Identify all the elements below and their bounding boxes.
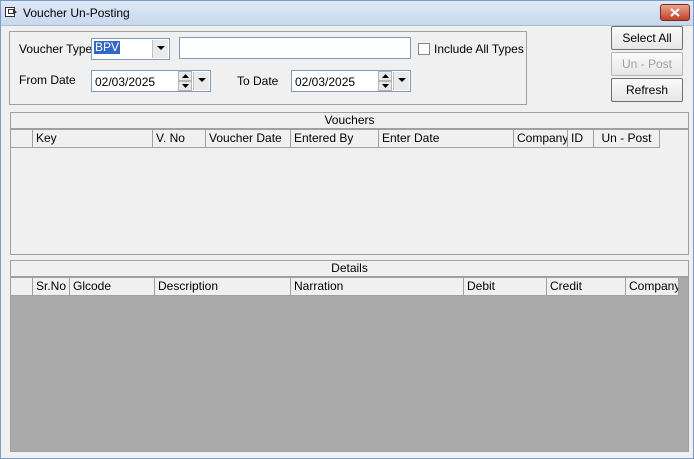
to-date-picker[interactable]: 02/03/2025 bbox=[291, 70, 411, 92]
to-date-dropdown-button[interactable] bbox=[393, 72, 409, 90]
vouchers-grid[interactable]: Key V. No Voucher Date Entered By Enter … bbox=[10, 129, 689, 255]
include-all-types-checkbox[interactable] bbox=[418, 43, 430, 55]
column-header-glcode[interactable]: Glcode bbox=[70, 278, 155, 296]
spin-up-button[interactable] bbox=[178, 71, 192, 81]
app-icon bbox=[5, 6, 18, 18]
from-date-value: 02/03/2025 bbox=[95, 75, 156, 89]
voucher-description-field[interactable] bbox=[179, 37, 411, 59]
refresh-button[interactable]: Refresh bbox=[611, 78, 683, 102]
details-grid[interactable]: Sr.No Glcode Description Narration Debit… bbox=[10, 277, 689, 452]
voucher-type-label: Voucher Type bbox=[19, 42, 93, 56]
column-header-debit[interactable]: Debit bbox=[464, 278, 547, 296]
from-date-spinner[interactable] bbox=[178, 71, 192, 91]
column-header-voucher-date[interactable]: Voucher Date bbox=[206, 130, 291, 148]
column-header-id[interactable]: ID bbox=[568, 130, 594, 148]
spin-up-button[interactable] bbox=[378, 71, 392, 81]
un-post-button[interactable]: Un - Post bbox=[611, 52, 683, 76]
column-header-credit[interactable]: Credit bbox=[547, 278, 626, 296]
chevron-down-icon bbox=[157, 46, 165, 50]
row-selector-header bbox=[11, 278, 33, 296]
arrow-up-icon bbox=[182, 74, 189, 78]
column-header-description[interactable]: Description bbox=[155, 278, 291, 296]
details-header: Details bbox=[10, 260, 689, 277]
column-header-enter-date[interactable]: Enter Date bbox=[379, 130, 514, 148]
column-header-key[interactable]: Key bbox=[33, 130, 153, 148]
to-date-label: To Date bbox=[237, 74, 279, 88]
to-date-value: 02/03/2025 bbox=[295, 75, 356, 89]
column-header-sr-no[interactable]: Sr.No bbox=[33, 278, 70, 296]
from-date-label: From Date bbox=[19, 73, 76, 87]
chevron-down-icon bbox=[398, 78, 406, 82]
column-header-company[interactable]: Company bbox=[626, 278, 679, 296]
column-header-un-post[interactable]: Un - Post bbox=[594, 130, 660, 148]
column-header-v-no[interactable]: V. No bbox=[153, 130, 206, 148]
spin-down-button[interactable] bbox=[378, 81, 392, 91]
voucher-type-dropdown-button[interactable] bbox=[152, 40, 168, 58]
column-header-entered-by[interactable]: Entered By bbox=[291, 130, 379, 148]
close-button[interactable] bbox=[660, 4, 690, 21]
spin-down-button[interactable] bbox=[178, 81, 192, 91]
close-icon bbox=[670, 8, 680, 17]
voucher-unposting-window: Voucher Un-Posting Voucher Type BPV Incl… bbox=[0, 0, 694, 459]
to-date-spinner[interactable] bbox=[378, 71, 392, 91]
arrow-down-icon bbox=[182, 84, 189, 88]
arrow-up-icon bbox=[382, 74, 389, 78]
chevron-down-icon bbox=[198, 78, 206, 82]
title-bar: Voucher Un-Posting bbox=[1, 1, 693, 26]
arrow-down-icon bbox=[382, 84, 389, 88]
column-header-company[interactable]: Company bbox=[514, 130, 568, 148]
include-all-types-label[interactable]: Include All Types bbox=[434, 42, 524, 56]
voucher-type-value: BPV bbox=[94, 40, 121, 54]
window-title: Voucher Un-Posting bbox=[23, 6, 130, 20]
vouchers-header: Vouchers bbox=[10, 112, 689, 129]
select-all-button[interactable]: Select All bbox=[611, 26, 683, 50]
column-header-narration[interactable]: Narration bbox=[291, 278, 464, 296]
from-date-picker[interactable]: 02/03/2025 bbox=[91, 70, 211, 92]
voucher-type-select[interactable]: BPV bbox=[91, 38, 170, 60]
row-selector-header bbox=[11, 130, 33, 148]
from-date-dropdown-button[interactable] bbox=[193, 72, 209, 90]
